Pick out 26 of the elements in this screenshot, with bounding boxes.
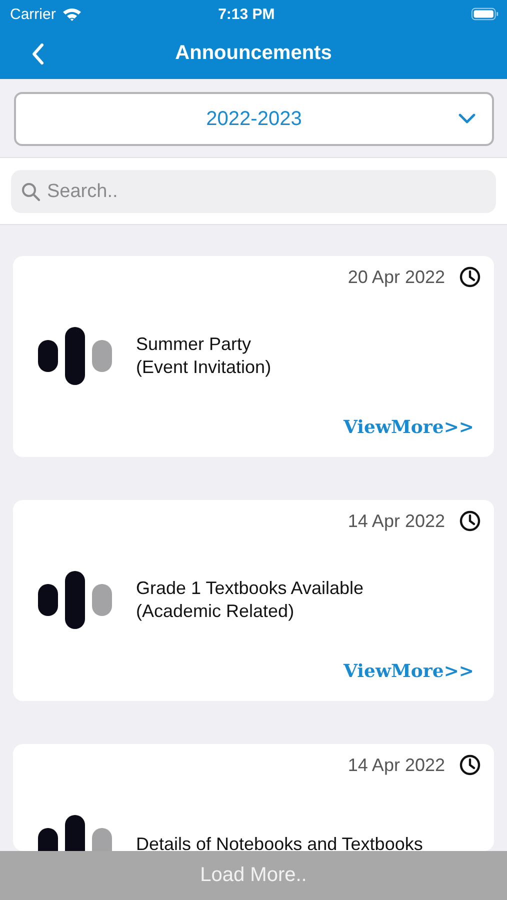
announcement-card[interactable]: 14 Apr 2022 Grade 1 Textbooks Available (Academic Related) ViewMore>> <box>13 500 494 701</box>
announcement-date: 14 Apr 2022 <box>348 510 445 532</box>
chevron-down-icon <box>458 113 476 125</box>
view-more-link[interactable]: ViewMore>> <box>344 417 474 438</box>
announcement-date: 14 Apr 2022 <box>348 754 445 776</box>
year-dropdown[interactable]: 2022-2023 <box>14 92 494 146</box>
screen-title: Announcements <box>174 42 333 65</box>
announcement-card[interactable]: 14 Apr 2022 Details of Notebooks and Textbooks <box>13 744 494 851</box>
carrier-name: Carrier <box>10 6 56 22</box>
clock-icon <box>459 510 481 532</box>
wifi-icon <box>62 7 82 21</box>
audio-bars-icon <box>38 571 112 629</box>
announcement-card[interactable]: 20 Apr 2022 Summer Party (Event Invitation) ViewMore>> <box>13 256 494 457</box>
clock-icon <box>459 266 481 288</box>
search-field[interactable]: Search.. <box>11 170 496 213</box>
load-more-button[interactable]: Load More.. <box>0 851 507 900</box>
clock-icon <box>459 754 481 776</box>
back-icon[interactable] <box>31 42 45 66</box>
announcement-title: Summer Party (Event Invitation) <box>136 333 272 379</box>
announcement-date: 20 Apr 2022 <box>348 266 445 288</box>
view-more-link[interactable]: ViewMore>> <box>344 661 474 682</box>
battery-icon <box>471 7 499 21</box>
announcement-title: Grade 1 Textbooks Available (Academic Related) <box>136 577 364 623</box>
status-time: 7:13 PM <box>217 6 276 22</box>
announcement-title: Details of Notebooks and Textbooks <box>136 832 423 851</box>
audio-bars-icon <box>38 327 112 385</box>
